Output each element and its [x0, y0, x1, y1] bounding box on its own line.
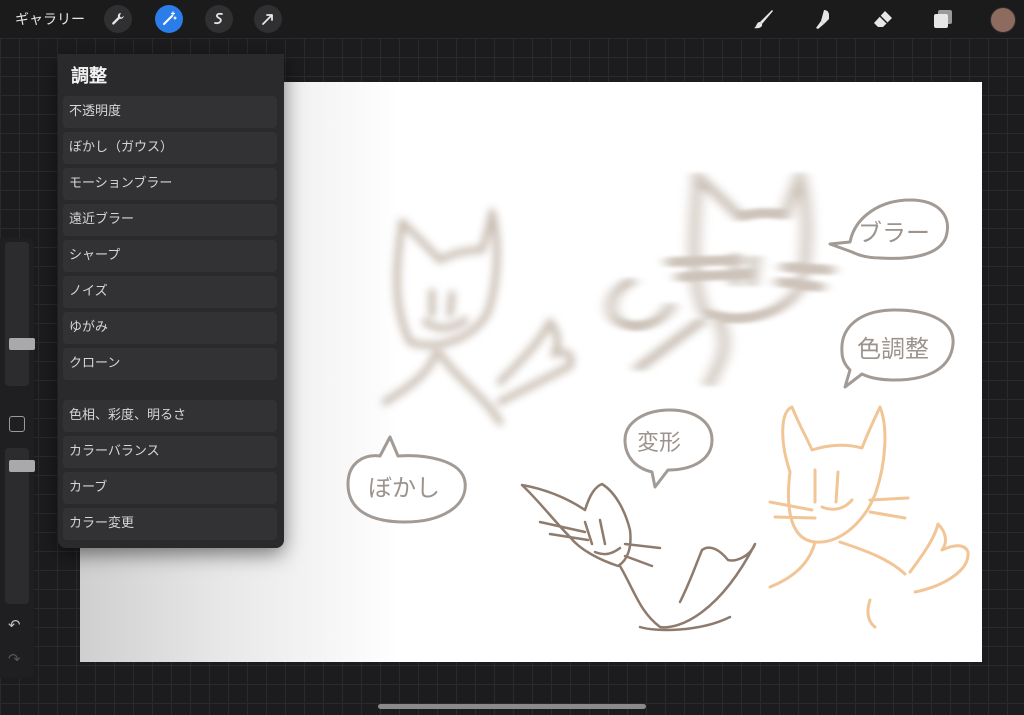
- wrench-icon[interactable]: [104, 5, 132, 33]
- bubble-color-adjust-text: 色調整: [857, 335, 929, 363]
- menu-item-recolor[interactable]: カラー変更: [63, 508, 277, 540]
- menu-title: 調整: [71, 66, 107, 87]
- undo-icon[interactable]: ↶: [8, 616, 21, 634]
- current-color-swatch[interactable]: [990, 7, 1016, 33]
- menu-item-gaussian-blur[interactable]: ぼかし（ガウス）: [63, 132, 277, 164]
- menu-item-hue-saturation-brightness[interactable]: 色相、彩度、明るさ: [63, 400, 277, 432]
- menu-item-perspective-blur[interactable]: 遠近ブラー: [63, 204, 277, 236]
- modify-button[interactable]: [9, 416, 25, 432]
- gallery-link[interactable]: ギャラリー: [15, 9, 85, 29]
- menu-item-color-balance[interactable]: カラーバランス: [63, 436, 277, 468]
- opacity-knob[interactable]: [9, 460, 35, 472]
- speech-bubble-color-adjust: 色調整: [840, 308, 955, 389]
- bubble-transform-text: 変形: [637, 431, 681, 456]
- menu-item-liquify[interactable]: ゆがみ: [63, 312, 277, 344]
- transformed-cat-drawing: [520, 482, 757, 632]
- menu-item-motion-blur[interactable]: モーションブラー: [63, 168, 277, 200]
- menu-item-clone[interactable]: クローン: [63, 348, 277, 380]
- top-toolbar: ギャラリー: [0, 0, 1024, 38]
- menu-item-opacity[interactable]: 不透明度: [63, 96, 277, 128]
- opacity-slider[interactable]: [5, 448, 35, 604]
- motion-blurred-cat-drawing: [606, 172, 835, 387]
- selection-icon[interactable]: [205, 5, 233, 33]
- menu-item-sharpen[interactable]: シャープ: [63, 240, 277, 272]
- adjustments-menu: 調整 不透明度 ぼかし（ガウス） モーションブラー 遠近ブラー シャープ ノイズ…: [58, 54, 284, 548]
- bubble-gaussian-text: ぼかし: [368, 474, 440, 502]
- menu-item-noise[interactable]: ノイズ: [63, 276, 277, 308]
- transform-arrow-icon[interactable]: [254, 5, 282, 33]
- menu-item-curves[interactable]: カーブ: [63, 472, 277, 504]
- smudge-icon[interactable]: [811, 7, 835, 31]
- magic-wand-icon[interactable]: [155, 5, 183, 33]
- brush-icon[interactable]: [752, 7, 776, 31]
- brush-size-slider[interactable]: [5, 242, 35, 386]
- redo-icon[interactable]: ↷: [8, 650, 21, 668]
- brush-size-knob[interactable]: [9, 338, 35, 350]
- blurred-cat-drawing: [381, 208, 575, 426]
- color-adjusted-cat-drawing: [768, 405, 970, 629]
- speech-bubble-transform: 変形: [623, 408, 714, 489]
- eraser-icon[interactable]: [871, 7, 895, 31]
- left-sidebar: ↶ ↷: [0, 238, 35, 678]
- speech-bubble-blur: ブラー: [828, 198, 949, 260]
- layers-icon[interactable]: [931, 7, 955, 31]
- bubble-blur-text: ブラー: [858, 219, 930, 247]
- speech-bubble-gaussian: ぼかし: [346, 435, 467, 524]
- home-indicator: [378, 704, 646, 709]
